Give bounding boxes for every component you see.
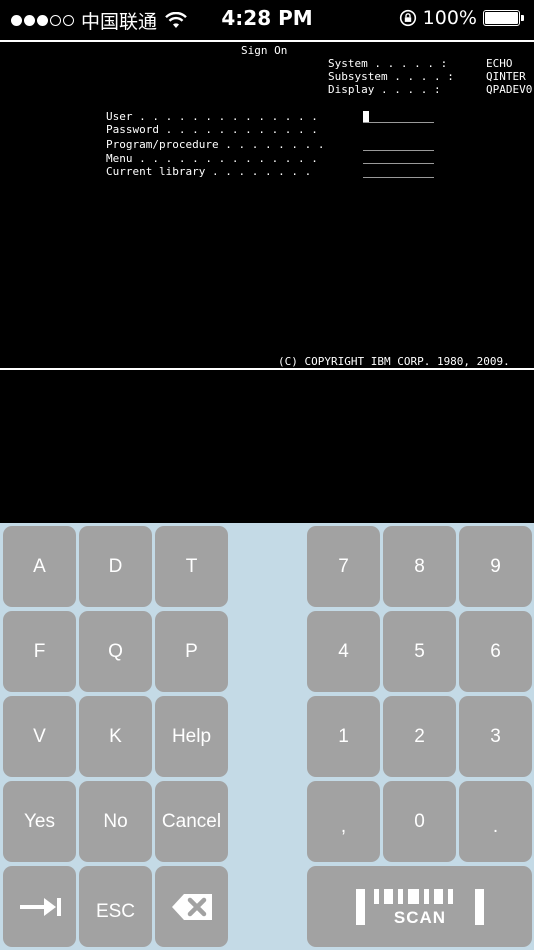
key-a[interactable]: A xyxy=(3,526,76,607)
backspace-key[interactable] xyxy=(155,866,228,947)
key-q[interactable]: Q xyxy=(79,611,152,692)
cancel-key[interactable]: Cancel xyxy=(155,781,228,862)
battery-area: 100% xyxy=(399,7,524,29)
key-1[interactable]: 1 xyxy=(307,696,380,777)
status-bar: 中国联通 4:28 PM 100% xyxy=(0,0,534,38)
key-5[interactable]: 5 xyxy=(383,611,456,692)
key-8[interactable]: 8 xyxy=(383,526,456,607)
help-key[interactable]: Help xyxy=(155,696,228,777)
tab-arrow-icon xyxy=(19,897,61,916)
signal-dot-icon xyxy=(11,15,22,26)
custom-keyboard: A D T F Q P V K Help Yes No Cancel ESC 7… xyxy=(0,523,534,950)
key-7[interactable]: 7 xyxy=(307,526,380,607)
user-label: User . . . . . . . . . . . . . . xyxy=(106,110,318,123)
screen-title: Sign On xyxy=(241,44,288,57)
signal-dot-icon xyxy=(50,15,61,26)
key-6[interactable]: 6 xyxy=(459,611,532,692)
battery-percent: 100% xyxy=(422,7,477,29)
password-label: Password . . . . . . . . . . . . xyxy=(106,123,318,136)
library-field[interactable] xyxy=(363,177,434,178)
scan-key[interactable]: SCAN xyxy=(307,866,532,947)
signal-carrier: 中国联通 xyxy=(11,7,187,34)
comma-key[interactable]: , xyxy=(307,781,380,862)
subsystem-label: Subsystem . . . . : xyxy=(328,70,454,83)
tab-key[interactable] xyxy=(3,866,76,947)
display-value: QPADEV0 xyxy=(486,83,533,96)
system-label: System . . . . . : xyxy=(328,57,448,70)
key-0[interactable]: 0 xyxy=(383,781,456,862)
program-field[interactable] xyxy=(363,150,434,151)
key-v[interactable]: V xyxy=(3,696,76,777)
signal-dot-icon xyxy=(63,15,74,26)
program-label: Program/procedure . . . . . . . . xyxy=(106,138,325,151)
key-d[interactable]: D xyxy=(79,526,152,607)
user-field[interactable] xyxy=(363,122,434,123)
battery-icon xyxy=(483,10,520,26)
key-3[interactable]: 3 xyxy=(459,696,532,777)
key-p[interactable]: P xyxy=(155,611,228,692)
library-label: Current library . . . . . . . . xyxy=(106,165,312,178)
key-t[interactable]: T xyxy=(155,526,228,607)
menu-label: Menu . . . . . . . . . . . . . . xyxy=(106,152,318,165)
copyright-text: (C) COPYRIGHT IBM CORP. 1980, 2009. xyxy=(278,355,510,368)
key-9[interactable]: 9 xyxy=(459,526,532,607)
key-4[interactable]: 4 xyxy=(307,611,380,692)
scan-label: SCAN xyxy=(393,908,445,927)
display-label: Display . . . . : xyxy=(328,83,441,96)
signal-dot-icon xyxy=(37,15,48,26)
key-f[interactable]: F xyxy=(3,611,76,692)
barcode-scan-icon: SCAN xyxy=(355,888,484,927)
menu-field[interactable] xyxy=(363,163,434,164)
no-key[interactable]: No xyxy=(79,781,152,862)
carrier-name: 中国联通 xyxy=(81,11,158,33)
rotation-lock-icon xyxy=(399,9,416,27)
bottom-divider xyxy=(0,368,534,370)
backspace-icon xyxy=(171,893,212,920)
key-2[interactable]: 2 xyxy=(383,696,456,777)
esc-key[interactable]: ESC xyxy=(79,866,152,947)
subsystem-value: QINTER xyxy=(486,70,526,83)
yes-key[interactable]: Yes xyxy=(3,781,76,862)
terminal-screen[interactable]: Sign On System . . . . . : ECHO Subsyste… xyxy=(0,42,534,368)
period-key[interactable]: . xyxy=(459,781,532,862)
signal-dot-icon xyxy=(24,15,35,26)
wifi-icon xyxy=(165,12,187,28)
system-value: ECHO xyxy=(486,57,513,70)
key-k[interactable]: K xyxy=(79,696,152,777)
